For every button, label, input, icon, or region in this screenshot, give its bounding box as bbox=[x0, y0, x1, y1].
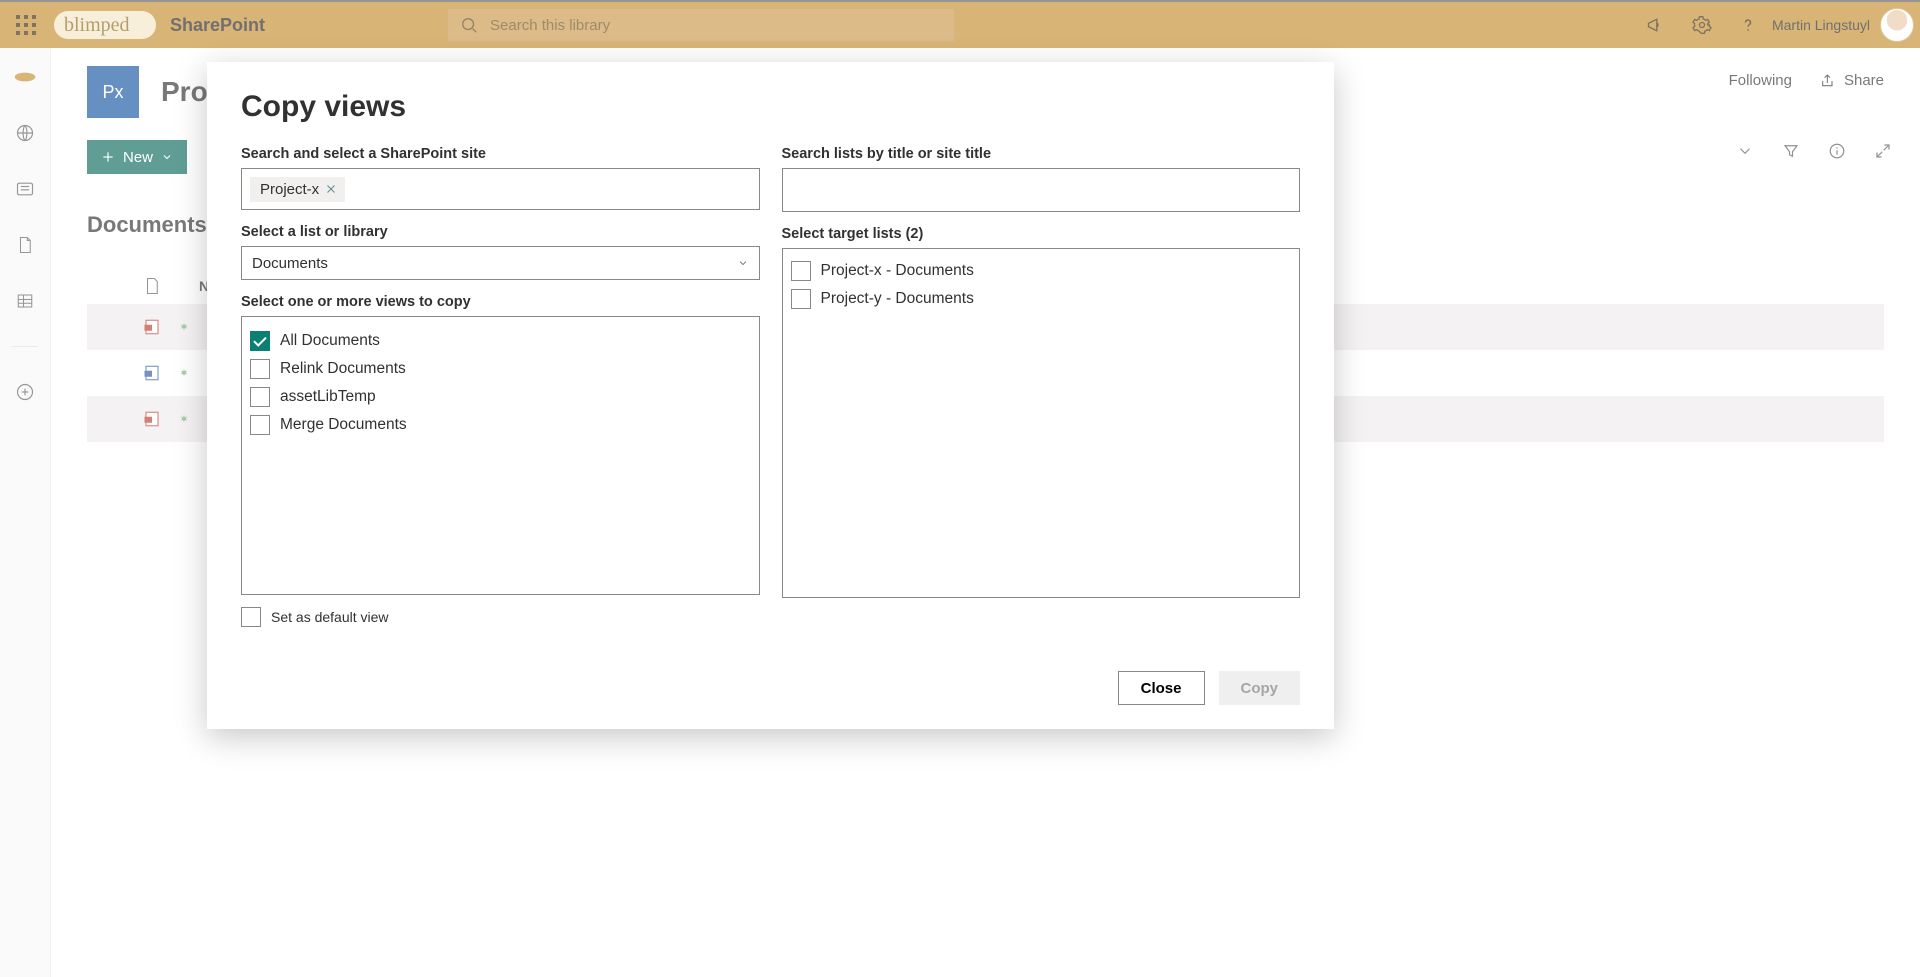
target-name: Project-x - Documents bbox=[821, 262, 974, 280]
search-lists-input[interactable] bbox=[782, 168, 1301, 212]
target-checkbox[interactable] bbox=[791, 261, 811, 281]
site-chip-label: Project-x bbox=[260, 181, 319, 198]
target-list-option[interactable]: Project-y - Documents bbox=[791, 285, 1292, 313]
target-list-option[interactable]: Project-x - Documents bbox=[791, 257, 1292, 285]
set-default-checkbox[interactable] bbox=[241, 607, 261, 627]
close-icon bbox=[325, 183, 337, 195]
dialog-left-column: Search and select a SharePoint site Proj… bbox=[241, 146, 760, 651]
view-checkbox[interactable] bbox=[250, 359, 270, 379]
chevron-down-icon bbox=[737, 257, 749, 269]
views-listbox[interactable]: All Documents Relink Documents assetLibTem… bbox=[241, 316, 760, 595]
site-picker[interactable]: Project-x bbox=[241, 168, 760, 210]
set-default-label: Set as default view bbox=[271, 609, 389, 625]
list-dropdown-value: Documents bbox=[252, 255, 328, 272]
target-name: Project-y - Documents bbox=[821, 290, 974, 308]
search-site-label: Search and select a SharePoint site bbox=[241, 146, 760, 162]
close-button[interactable]: Close bbox=[1118, 671, 1205, 705]
dialog-right-column: Search lists by title or site title Sele… bbox=[782, 146, 1301, 651]
view-name: Relink Documents bbox=[280, 360, 406, 378]
target-lists-box[interactable]: Project-x - Documents Project-y - Documen… bbox=[782, 248, 1301, 598]
target-lists-label: Select target lists (2) bbox=[782, 226, 1301, 242]
target-checkbox[interactable] bbox=[791, 289, 811, 309]
site-chip: Project-x bbox=[250, 177, 345, 202]
dialog-title: Copy views bbox=[241, 90, 1300, 124]
view-option[interactable]: Merge Documents bbox=[250, 411, 751, 439]
view-option[interactable]: assetLibTemp bbox=[250, 383, 751, 411]
copy-views-dialog: Copy views Search and select a SharePoin… bbox=[207, 62, 1334, 729]
view-option[interactable]: Relink Documents bbox=[250, 355, 751, 383]
view-checkbox[interactable] bbox=[250, 387, 270, 407]
view-checkbox[interactable] bbox=[250, 415, 270, 435]
copy-button[interactable]: Copy bbox=[1219, 671, 1301, 705]
view-name: Merge Documents bbox=[280, 416, 407, 434]
set-default-row: Set as default view bbox=[241, 607, 760, 627]
select-views-label: Select one or more views to copy bbox=[241, 294, 760, 310]
search-lists-label: Search lists by title or site title bbox=[782, 146, 1301, 162]
view-checkbox[interactable] bbox=[250, 331, 270, 351]
dialog-footer: Close Copy bbox=[241, 671, 1300, 705]
list-dropdown[interactable]: Documents bbox=[241, 246, 760, 280]
view-name: All Documents bbox=[280, 332, 380, 350]
view-name: assetLibTemp bbox=[280, 388, 376, 406]
view-option[interactable]: All Documents bbox=[250, 327, 751, 355]
remove-chip-button[interactable] bbox=[325, 183, 337, 195]
select-list-label: Select a list or library bbox=[241, 224, 760, 240]
